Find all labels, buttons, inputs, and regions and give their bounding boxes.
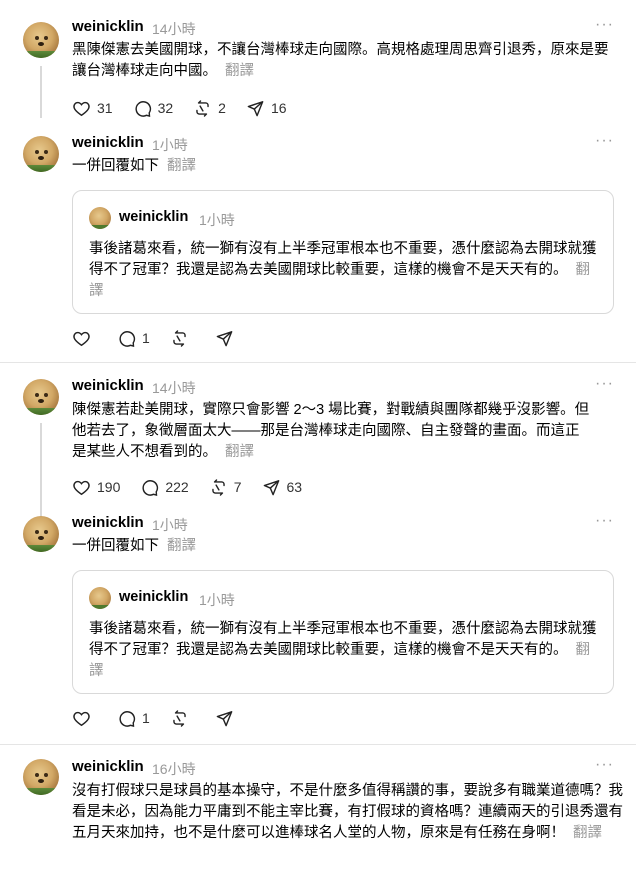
like-count: 31 [97, 100, 113, 116]
avatar[interactable] [23, 759, 59, 795]
quoted-avatar [89, 207, 111, 229]
comment-icon [135, 100, 151, 117]
like-button[interactable] [72, 709, 97, 728]
divider [0, 744, 636, 745]
comment-icon [119, 330, 136, 347]
quoted-text: 事後諸葛來看，統一獅有沒有上半季冠軍根本也不重要，憑什麼認為去開球就獲得不了冠軍… [89, 621, 597, 679]
translate-link[interactable]: 翻譯 [573, 825, 602, 841]
post-time[interactable]: 16小時 [152, 759, 196, 779]
share-button[interactable]: 16 [246, 99, 287, 118]
comment-icon [119, 710, 136, 727]
quoted-text: 事後諸葛來看，統一獅有沒有上半季冠軍根本也不重要，憑什麼認為去開球就獲得不了冠軍… [89, 241, 597, 299]
comment-count: 222 [165, 479, 189, 495]
repost-icon [173, 709, 186, 727]
post-username[interactable]: weinicklin [72, 134, 144, 151]
post-actions: 1 [72, 327, 260, 349]
translate-link[interactable]: 翻譯 [167, 538, 196, 554]
more-icon[interactable]: ··· [595, 375, 614, 393]
post-actions: 190 222 7 63 [72, 476, 322, 498]
post-text: 黑陳傑憲去美國開球，不讓台灣棒球走向國際。高規格處理周思齊引退秀，原來是要讓台灣… [72, 42, 609, 79]
avatar[interactable] [23, 136, 59, 172]
share-button[interactable]: 63 [262, 478, 303, 497]
repost-button[interactable]: 2 [193, 99, 226, 118]
more-icon[interactable]: ··· [595, 512, 614, 530]
post-actions: 31 32 2 16 [72, 97, 307, 119]
post-text: 陳傑憲若赴美開球，實際只會影響 2～3 場比賽，對戰績與團隊都幾乎沒影響。但他若… [72, 402, 590, 460]
send-icon [263, 479, 279, 495]
quoted-post[interactable]: weinicklin 1小時 事後諸葛來看，統一獅有沒有上半季冠軍根本也不重要，… [72, 190, 614, 314]
post-time[interactable]: 14小時 [152, 19, 196, 39]
heart-icon [73, 480, 90, 495]
more-icon[interactable]: ··· [595, 756, 614, 774]
comment-count: 32 [157, 100, 174, 116]
avatar[interactable] [23, 22, 59, 58]
avatar[interactable] [23, 516, 59, 552]
post-username[interactable]: weinicklin [72, 758, 144, 775]
quoted-avatar [89, 587, 111, 609]
like-button[interactable]: 190 [72, 478, 120, 497]
post-username[interactable]: weinicklin [72, 514, 144, 531]
repost-icon [211, 478, 225, 496]
heart-icon [73, 101, 90, 116]
divider [0, 362, 636, 363]
quoted-post[interactable]: weinicklin 1小時 事後諸葛來看，統一獅有沒有上半季冠軍根本也不重要，… [72, 570, 614, 694]
quoted-time: 1小時 [199, 592, 235, 608]
post-username[interactable]: weinicklin [72, 377, 144, 394]
more-icon[interactable]: ··· [595, 16, 614, 34]
translate-link[interactable]: 翻譯 [167, 158, 196, 174]
repost-button[interactable] [170, 329, 195, 348]
comment-icon [142, 479, 159, 496]
quoted-username[interactable]: weinicklin [119, 209, 188, 225]
post-text: 一併回覆如下 翻譯 [72, 158, 196, 174]
post-actions: 1 [72, 707, 260, 729]
repost-button[interactable] [170, 709, 195, 728]
repost-count: 2 [218, 100, 226, 116]
share-count: 16 [270, 100, 287, 116]
repost-icon [196, 99, 209, 117]
like-button[interactable]: 31 [72, 99, 113, 118]
post-username[interactable]: weinicklin [72, 18, 144, 35]
thread-line [40, 66, 42, 118]
more-icon[interactable]: ··· [595, 132, 614, 150]
comment-count: 1 [142, 330, 150, 346]
share-button[interactable] [215, 709, 240, 728]
post-text: 沒有打假球只是球員的基本操守，不是什麼多值得稱讚的事，要說多有職業道德嗎？我看是… [72, 783, 623, 841]
translate-link[interactable]: 翻譯 [225, 444, 254, 460]
thread-feed: weinicklin 14小時 ··· 黑陳傑憲去美國開球，不讓台灣棒球走向國際… [0, 0, 636, 877]
thread-line [40, 423, 42, 519]
comment-button[interactable]: 32 [133, 99, 174, 118]
send-icon [247, 100, 264, 116]
repost-icon [173, 329, 186, 347]
like-count: 190 [97, 479, 121, 495]
send-icon [216, 710, 233, 726]
heart-icon [73, 711, 90, 726]
comment-button[interactable]: 222 [140, 478, 189, 497]
share-button[interactable] [215, 329, 240, 348]
repost-button[interactable]: 7 [209, 478, 242, 497]
post-time[interactable]: 1小時 [152, 135, 188, 155]
quoted-username[interactable]: weinicklin [119, 589, 188, 605]
send-icon [216, 330, 233, 346]
post-time[interactable]: 1小時 [152, 515, 188, 535]
avatar[interactable] [23, 379, 59, 415]
comment-count: 1 [142, 710, 150, 726]
post-text: 一併回覆如下 翻譯 [72, 538, 196, 554]
share-count: 63 [286, 479, 303, 495]
translate-link[interactable]: 翻譯 [225, 63, 254, 79]
like-button[interactable] [72, 329, 97, 348]
quoted-time: 1小時 [199, 212, 235, 228]
comment-button[interactable]: 1 [117, 709, 150, 728]
heart-icon [73, 331, 90, 346]
repost-count: 7 [233, 479, 242, 495]
comment-button[interactable]: 1 [117, 329, 150, 348]
post-time[interactable]: 14小時 [152, 378, 196, 398]
